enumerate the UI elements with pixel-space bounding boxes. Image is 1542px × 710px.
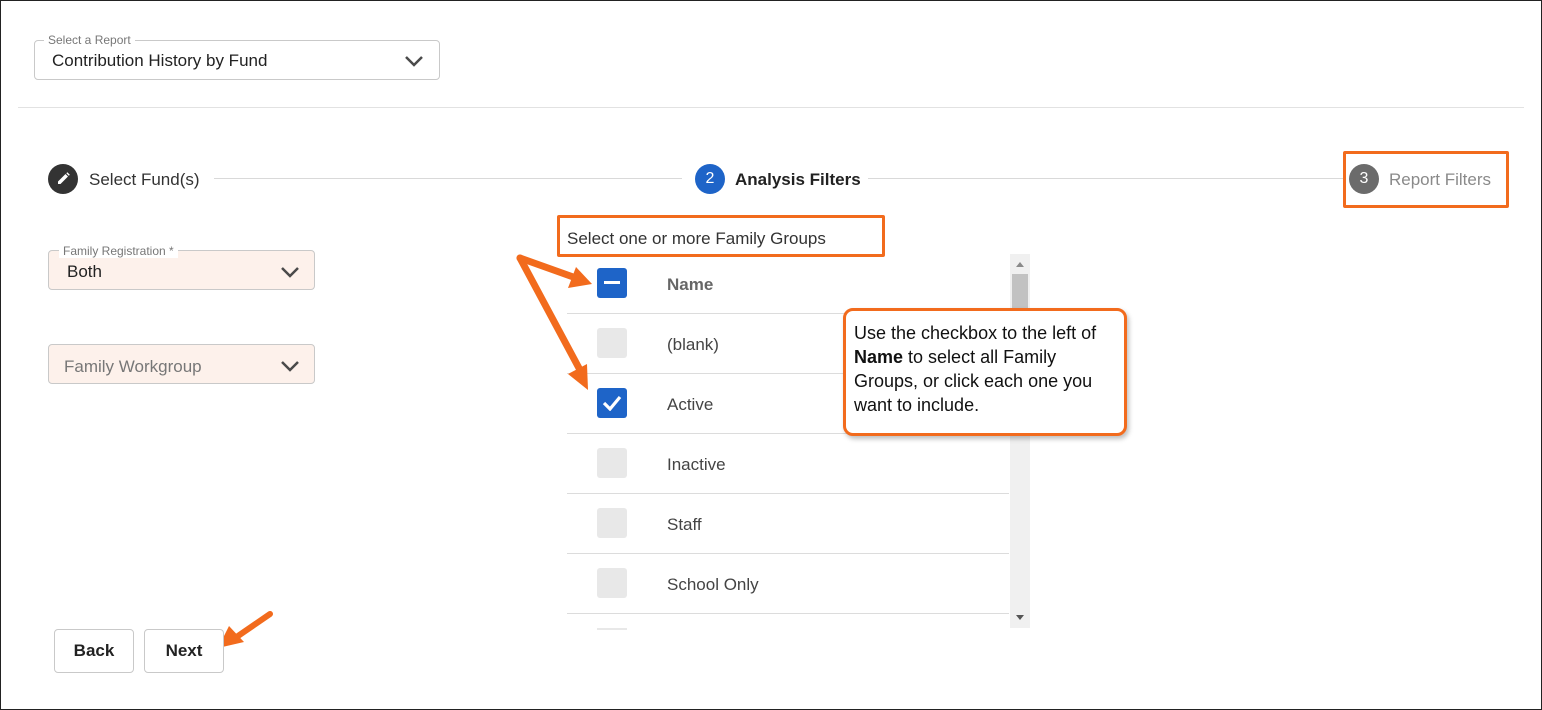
instruction-callout: Use the checkbox to the left of Name to … bbox=[843, 308, 1127, 436]
list-item-label: Active bbox=[667, 395, 714, 414]
row-checkbox[interactable] bbox=[597, 568, 627, 598]
report-select-label: Select a Report bbox=[44, 33, 135, 47]
row-checkbox[interactable] bbox=[597, 448, 627, 478]
row-separator bbox=[567, 613, 1009, 614]
family-registration-label: Family Registration * bbox=[59, 244, 178, 258]
step-connector bbox=[214, 178, 682, 179]
step-connector bbox=[868, 178, 1346, 179]
step-2-label[interactable]: Analysis Filters bbox=[735, 170, 861, 190]
chevron-down-icon[interactable] bbox=[280, 360, 300, 372]
callout-text-start: Use the checkbox to the left of bbox=[854, 323, 1097, 343]
step-2-number: 2 bbox=[695, 164, 725, 194]
row-separator bbox=[567, 493, 1009, 494]
step-1-label[interactable]: Select Fund(s) bbox=[89, 170, 200, 190]
list-item-label: Staff bbox=[667, 515, 702, 534]
highlight-box bbox=[1343, 151, 1509, 208]
chevron-down-icon[interactable] bbox=[404, 55, 424, 67]
scroll-down-icon[interactable] bbox=[1015, 614, 1025, 621]
next-button[interactable]: Next bbox=[144, 629, 224, 673]
list-header-name[interactable]: Name bbox=[667, 275, 713, 295]
row-separator bbox=[567, 553, 1009, 554]
list-item-label: (blank) bbox=[667, 335, 719, 354]
row-checkbox[interactable] bbox=[597, 508, 627, 538]
family-workgroup-placeholder: Family Workgroup bbox=[64, 357, 202, 376]
back-button[interactable]: Back bbox=[54, 629, 134, 673]
scroll-up-icon[interactable] bbox=[1015, 261, 1025, 268]
row-checkbox-partial bbox=[597, 628, 627, 630]
callout-text-bold: Name bbox=[854, 347, 904, 367]
step-1-pencil-icon bbox=[48, 164, 78, 194]
list-item-label: School Only bbox=[667, 575, 759, 594]
chevron-down-icon[interactable] bbox=[280, 266, 300, 278]
family-registration-value: Both bbox=[67, 262, 102, 281]
list-item-label: Inactive bbox=[667, 455, 726, 474]
report-select-value: Contribution History by Fund bbox=[52, 51, 268, 70]
divider bbox=[18, 107, 1524, 108]
annotation-arrows-icon bbox=[516, 254, 592, 390]
